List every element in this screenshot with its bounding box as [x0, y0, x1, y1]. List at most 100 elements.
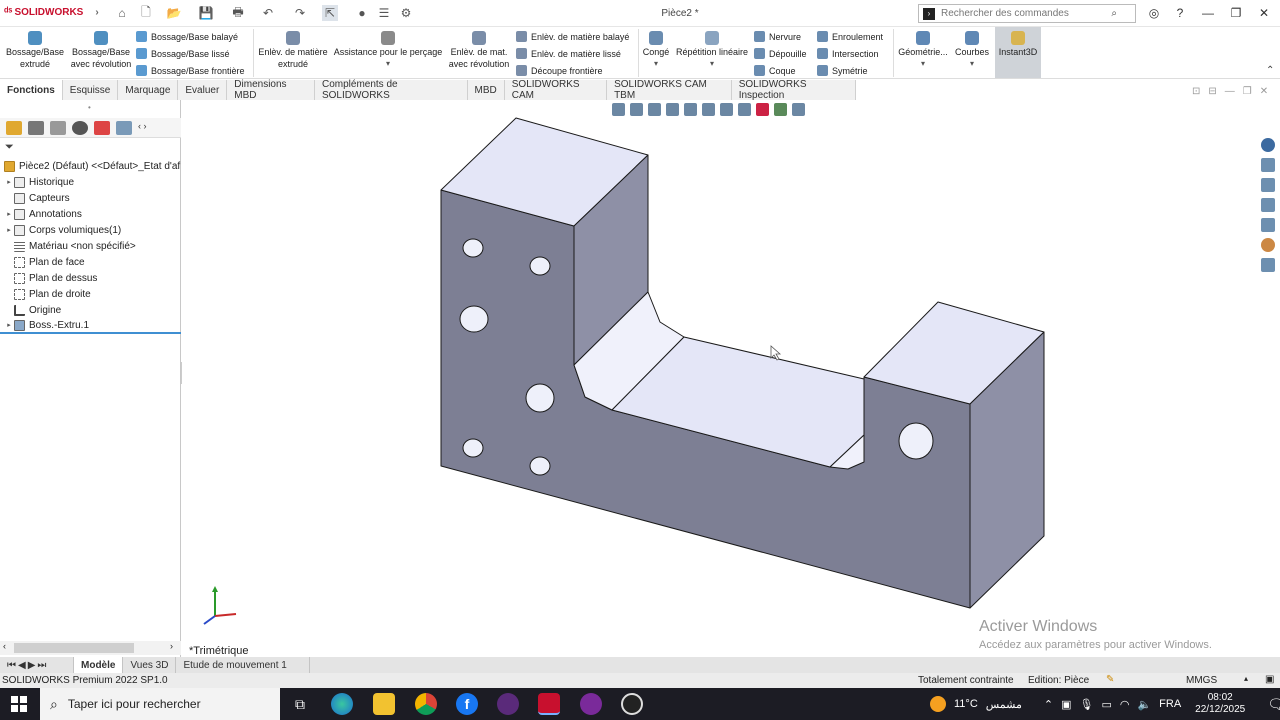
- redo-icon[interactable]: ↷: [292, 5, 308, 21]
- minimize-button[interactable]: —: [1198, 4, 1218, 22]
- edge-browser-icon[interactable]: [331, 693, 353, 715]
- expand-arrow-icon[interactable]: ▸: [4, 210, 14, 218]
- 3d-part-model[interactable]: [182, 100, 1258, 645]
- weather-sun-icon[interactable]: [930, 696, 946, 712]
- rebuild-status-icon[interactable]: ✎: [1106, 674, 1114, 685]
- new-document-icon[interactable]: 🗋: [138, 5, 154, 21]
- revolved-boss-button[interactable]: Bossage/Base avec révolution: [68, 29, 134, 70]
- view-palette-icon[interactable]: [1261, 218, 1275, 232]
- wifi-icon[interactable]: ◠: [1120, 698, 1130, 711]
- solidworks-taskbar-icon[interactable]: [538, 693, 560, 715]
- help-icon[interactable]: ?: [1170, 4, 1190, 22]
- split-view-icon[interactable]: ⊟: [1208, 86, 1216, 97]
- shell-button[interactable]: Coque: [754, 63, 807, 78]
- tree-root-part[interactable]: Pièce2 (Défaut) <<Défaut>_Etat d'af: [0, 158, 181, 174]
- tile-window-icon[interactable]: ⊡: [1192, 86, 1200, 97]
- user-account-icon[interactable]: ◎: [1144, 4, 1164, 22]
- draft-button[interactable]: Dépouille: [754, 46, 807, 61]
- resources-icon[interactable]: [1261, 138, 1275, 152]
- tab-solidworks-cam[interactable]: SOLIDWORKS CAM: [505, 79, 608, 101]
- dropdown-caret-icon[interactable]: ▾: [332, 58, 444, 70]
- tree-item-capteurs[interactable]: Capteurs: [0, 190, 181, 206]
- undo-icon[interactable]: ↶: [260, 5, 276, 21]
- microphone-icon[interactable]: 🎙: [1079, 698, 1093, 711]
- save-icon[interactable]: 💾: [198, 5, 214, 21]
- extruded-cut-button[interactable]: Enlèv. de matière extrudé: [256, 29, 330, 70]
- curves-button[interactable]: Courbes ▾: [952, 29, 992, 70]
- solidworks-logo[interactable]: ᵈˢ SOLIDWORKS ›: [4, 6, 99, 18]
- tab-complements[interactable]: Compléments de SOLIDWORKS: [315, 79, 468, 101]
- tab-fonctions[interactable]: Fonctions: [0, 80, 63, 100]
- lofted-cut-button[interactable]: Enlèv. de matière lissé: [516, 46, 629, 61]
- first-tab-icon[interactable]: ⏮: [7, 660, 16, 671]
- home-icon[interactable]: ⌂: [114, 5, 130, 21]
- scroll-right-icon[interactable]: ›: [170, 641, 173, 651]
- open-folder-icon[interactable]: 📂: [166, 5, 182, 21]
- tree-item-origine[interactable]: Origine: [0, 302, 181, 318]
- display-manager-icon[interactable]: [94, 120, 110, 135]
- scrollbar-thumb[interactable]: [14, 643, 134, 653]
- search-icon[interactable]: ⌕: [1111, 8, 1117, 19]
- hole-wizard-button[interactable]: Assistance pour le perçage ▾: [332, 29, 444, 70]
- tab-vues-3d[interactable]: Vues 3D: [123, 657, 177, 673]
- dropdown-caret-icon[interactable]: ▾: [952, 58, 992, 70]
- appearances-icon[interactable]: [1261, 238, 1275, 252]
- dropdown-caret-icon[interactable]: ▾: [674, 58, 750, 70]
- app-icon[interactable]: [497, 693, 519, 715]
- instant3d-button[interactable]: Instant3D: [995, 27, 1041, 78]
- viewport-minimize-icon[interactable]: —: [1225, 86, 1235, 97]
- status-info-icon[interactable]: ▣: [1265, 674, 1274, 685]
- dimxpert-icon[interactable]: [72, 120, 88, 135]
- revolved-cut-button[interactable]: Enlèv. de mat. avec révolution: [446, 29, 512, 70]
- chrome-browser-icon[interactable]: [415, 693, 437, 715]
- tab-modele[interactable]: Modèle: [74, 657, 124, 673]
- app2-icon[interactable]: [580, 693, 602, 715]
- reference-geometry-button[interactable]: Géométrie... ▾: [896, 29, 950, 70]
- more-tabs-icon[interactable]: ‹ ›: [138, 121, 147, 135]
- select-pointer-icon[interactable]: ⇱: [322, 5, 338, 21]
- custom-properties-icon[interactable]: [1261, 258, 1275, 272]
- restore-button[interactable]: ❐: [1226, 4, 1246, 22]
- scroll-left-icon[interactable]: ‹: [3, 641, 6, 651]
- tab-scroll-arrows[interactable]: ⏮ ◀ ▶ ⏭: [0, 657, 74, 673]
- tree-item-boss-extru1[interactable]: ▸ Boss.-Extru.1: [0, 318, 181, 334]
- command-search-input[interactable]: › Rechercher des commandes ⌕: [918, 4, 1136, 23]
- options-gear-icon[interactable]: ⚙: [398, 5, 414, 21]
- tree-item-plan-de-dessus[interactable]: Plan de dessus: [0, 270, 181, 286]
- units-dropdown-icon[interactable]: ▴: [1244, 674, 1248, 683]
- weather-text[interactable]: مشمس: [986, 698, 1022, 711]
- fillet-button[interactable]: Congé ▾: [640, 29, 672, 70]
- boundary-cut-button[interactable]: Découpe frontière: [516, 63, 629, 78]
- lofted-boss-button[interactable]: Bossage/Base lissé: [136, 46, 245, 61]
- tree-item-plan-de-droite[interactable]: Plan de droite: [0, 286, 181, 302]
- last-tab-icon[interactable]: ⏭: [37, 660, 46, 671]
- tab-esquisse[interactable]: Esquisse: [63, 80, 119, 100]
- input-language[interactable]: FRA: [1159, 698, 1181, 710]
- prev-tab-icon[interactable]: ◀: [18, 660, 26, 671]
- windows-start-icon[interactable]: [11, 696, 27, 712]
- rebuild-icon[interactable]: ●: [354, 5, 370, 21]
- tray-app-icon[interactable]: ▣: [1061, 698, 1071, 711]
- viewport-restore-icon[interactable]: ❐: [1243, 86, 1252, 97]
- intersect-button[interactable]: Intersection: [817, 46, 883, 61]
- tab-solidworks-cam-tbm[interactable]: SOLIDWORKS CAM TBM: [607, 79, 732, 101]
- expand-arrow-icon[interactable]: ▸: [4, 321, 14, 329]
- feature-manager-icon[interactable]: [6, 120, 22, 135]
- panel-grip-icon[interactable]: •: [88, 103, 91, 112]
- swept-cut-button[interactable]: Enlèv. de matière balayé: [516, 29, 629, 44]
- clock[interactable]: 08:02 22/12/2025: [1195, 692, 1245, 716]
- filter-icon[interactable]: ⏷: [5, 141, 14, 154]
- boundary-boss-button[interactable]: Bossage/Base frontière: [136, 63, 245, 78]
- tab-etude-de-mouvement[interactable]: Etude de mouvement 1: [176, 657, 311, 673]
- dropdown-caret-icon[interactable]: ▾: [896, 58, 950, 70]
- task-view-icon[interactable]: ⧉: [289, 693, 311, 715]
- extruded-boss-button[interactable]: Bossage/Base extrudé: [4, 29, 66, 70]
- tree-item-annotations[interactable]: ▸ Annotations: [0, 206, 181, 222]
- tree-horizontal-scrollbar[interactable]: ‹ ›: [0, 641, 181, 655]
- home-task-icon[interactable]: [1261, 158, 1275, 172]
- cam-manager-icon[interactable]: [116, 120, 132, 135]
- expand-arrow-icon[interactable]: ▸: [4, 178, 14, 186]
- tree-item-plan-de-face[interactable]: Plan de face: [0, 254, 181, 270]
- battery-icon[interactable]: ▭: [1101, 698, 1111, 711]
- volume-icon[interactable]: 🔈: [1137, 698, 1151, 711]
